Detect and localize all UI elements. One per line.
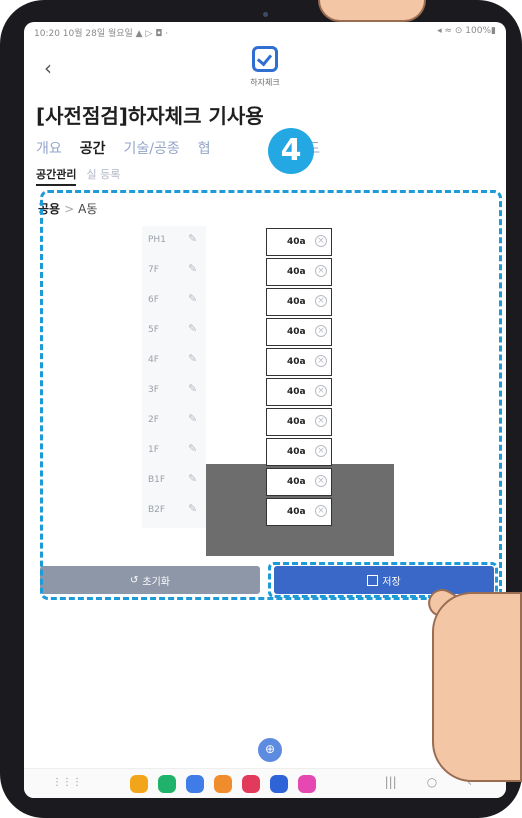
recent-apps-icon[interactable]: ||| [385,775,397,789]
subtab-space-management[interactable]: 공간관리 [36,166,77,186]
pointing-hand-right [432,592,522,782]
back-chevron-icon[interactable]: ‹ [44,56,52,80]
step-badge: 4 [268,128,314,174]
sub-tabs: 공간관리 실 등록 [36,166,120,186]
dock-app-icon[interactable] [186,775,204,793]
dock-app-icon[interactable] [298,775,316,793]
app-dock [130,775,316,793]
page-title: [사전점검]하자체크 기사용 [36,104,264,128]
dock-app-icon[interactable] [214,775,232,793]
pointing-hand-top [318,0,426,22]
status-bar: 10:20 10월 28일 월요일 ▲ ▷ ◘ · ◂ ≈ ⊙ 100%▮ [34,26,496,42]
app-grid-icon[interactable]: ⋮⋮⋮ [52,777,82,788]
status-right: ◂ ≈ ⊙ 100%▮ [437,26,496,36]
floating-add-icon[interactable]: ⊕ [258,738,282,762]
checklist-logo-icon [252,46,278,72]
dock-app-icon[interactable] [130,775,148,793]
tab-partner[interactable]: 협 [198,138,211,158]
dock-app-icon[interactable] [270,775,288,793]
subtab-room-registration[interactable]: 실 등록 [86,166,120,186]
stage: 10:20 10월 28일 월요일 ▲ ▷ ◘ · ◂ ≈ ⊙ 100%▮ ‹ … [0,0,522,818]
dock-app-icon[interactable] [158,775,176,793]
tab-space[interactable]: 공간 [80,138,106,158]
dock-app-icon[interactable] [242,775,260,793]
annotation-highlight [40,190,502,600]
tab-overview[interactable]: 개요 [36,138,62,158]
home-icon[interactable]: ○ [427,775,437,789]
app-name: 하자체크 [250,78,280,87]
status-left: 10:20 10월 28일 월요일 ▲ ▷ ◘ · [34,29,169,39]
tab-tech-trade[interactable]: 기술/공종 [124,138,180,158]
android-nav-bar: ⋮⋮⋮ ||| ○ ‹ [24,768,506,798]
camera-icon [263,12,268,17]
